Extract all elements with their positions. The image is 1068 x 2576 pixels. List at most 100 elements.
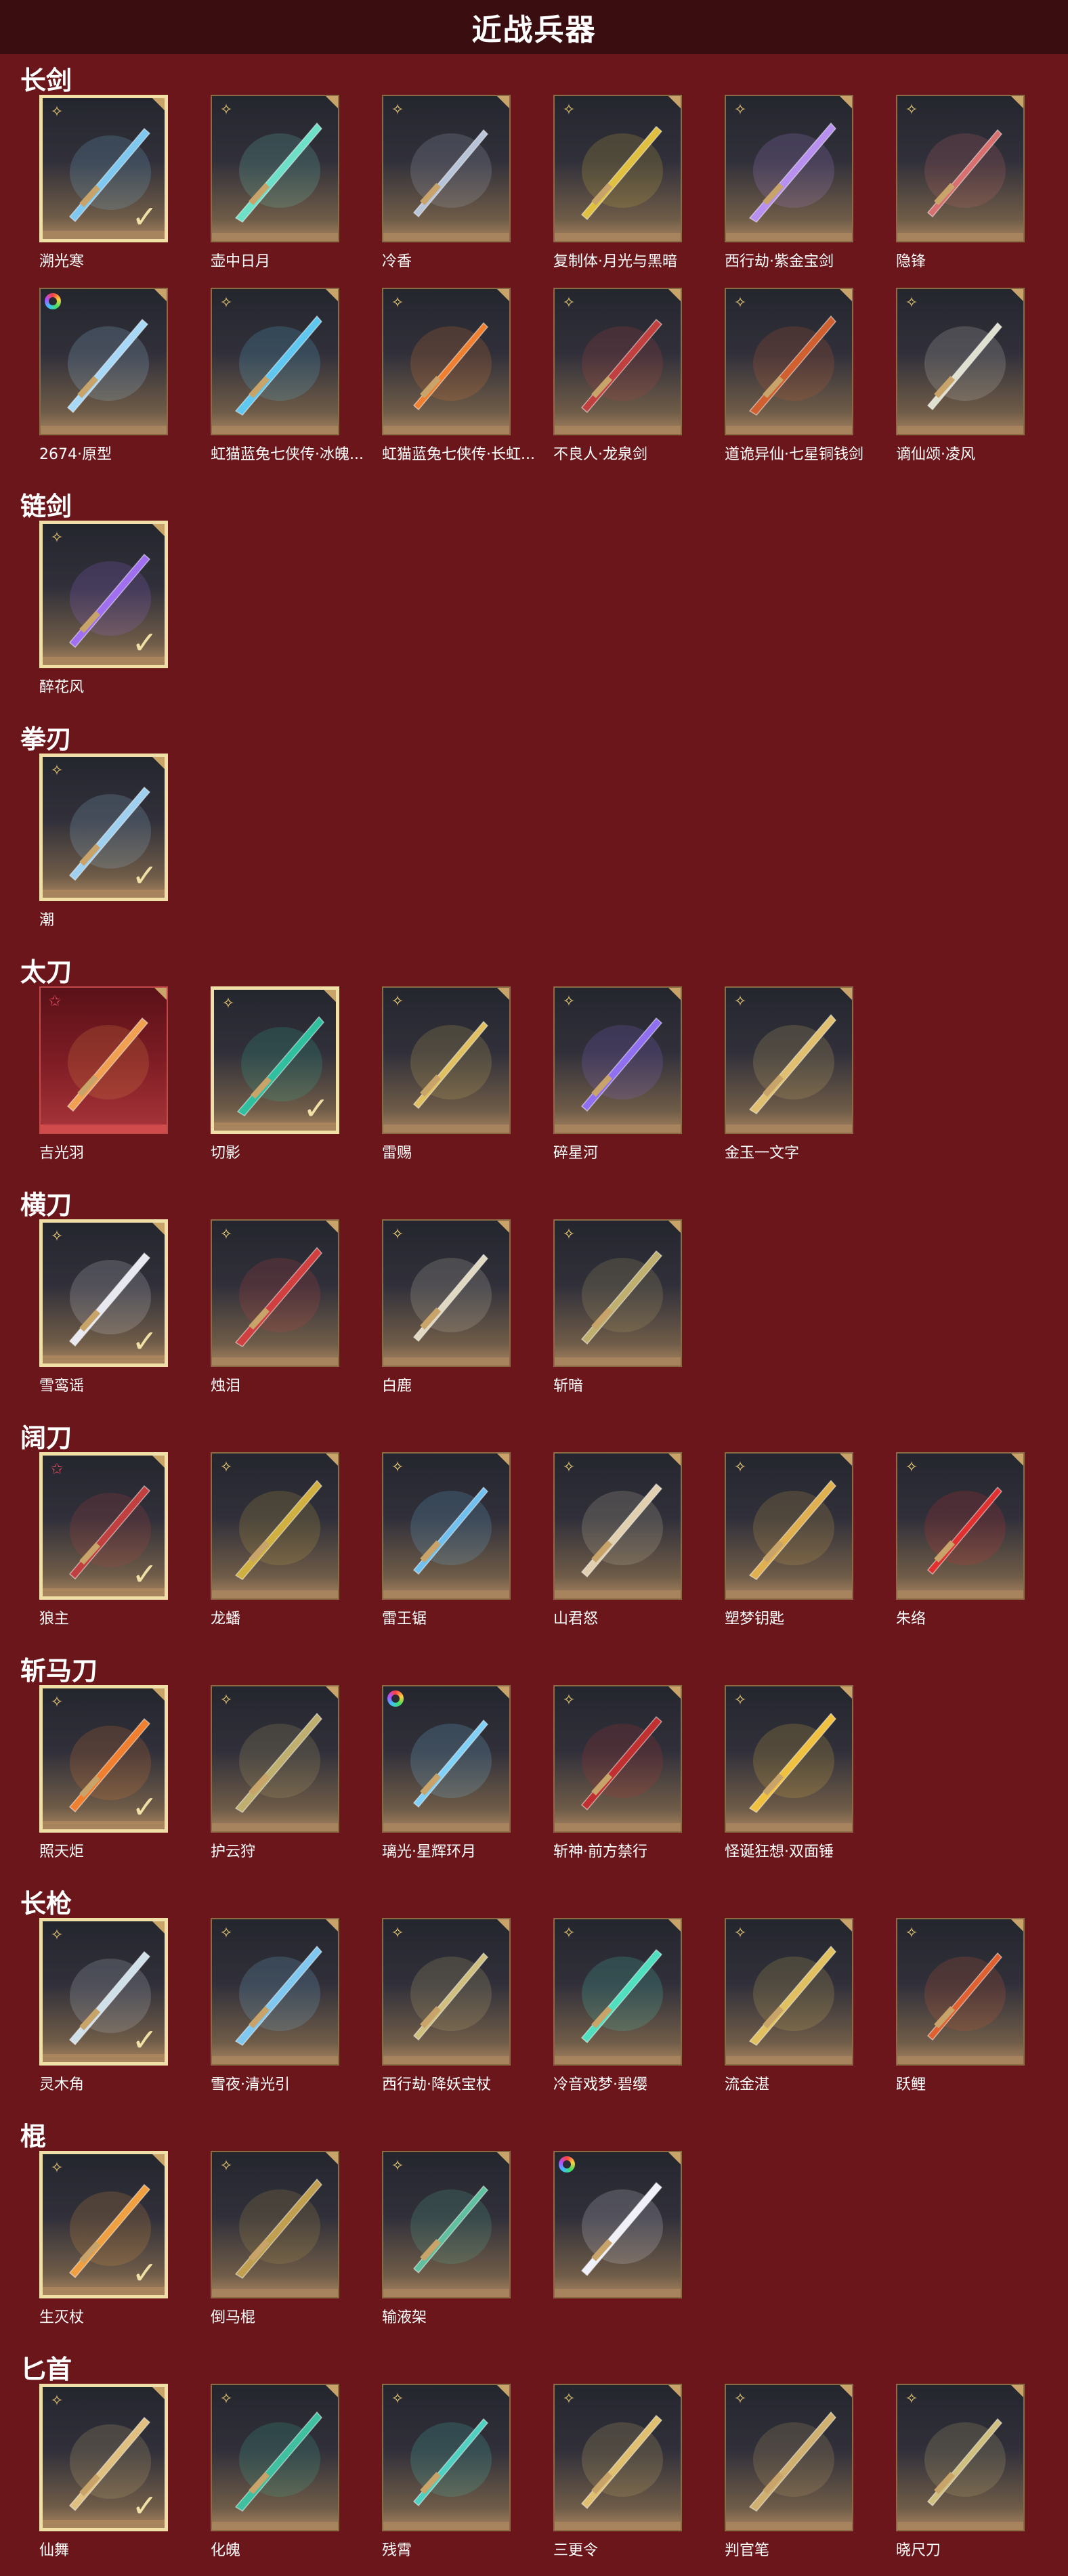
weapon-card[interactable]: ✧ 护云狩 [211,1685,339,1860]
weapon-tile[interactable]: ✧ [553,95,682,242]
weapon-tile[interactable]: ✧ [896,1452,1025,1600]
weapon-tile[interactable]: ✧ [211,1685,339,1833]
weapon-card[interactable]: ✧ 不良人·龙泉剑 [553,288,682,463]
weapon-card[interactable]: ✧ 晓尺刀 [896,2384,1025,2559]
weapon-tile[interactable] [39,288,168,435]
weapon-tile[interactable]: ✧ [553,1918,682,2066]
weapon-card[interactable]: ✧ 朱络 [896,1452,1025,1628]
weapon-card[interactable]: ✧ 虹猫蓝兔七侠传·长虹... [382,288,535,463]
weapon-card[interactable]: ✧ 隐锋 [896,95,1025,270]
weapon-card[interactable]: ✧ 斩暗 [553,1219,682,1395]
weapon-tile[interactable]: ✧ [896,288,1025,435]
weapon-tile[interactable]: ✧ [382,986,511,1134]
weapon-tile[interactable]: ✧ [553,2384,682,2531]
weapon-card[interactable]: ✩ 吉光羽 [39,986,168,1162]
weapon-card[interactable]: ✧ ✓ 潮 [39,754,168,929]
weapon-card[interactable]: ✧ 输液架 [382,2151,511,2326]
weapon-card[interactable]: ✧ 流金湛 [725,1918,853,2093]
weapon-tile[interactable]: ✧ [553,288,682,435]
weapon-card[interactable]: ✧ 碎星河 [553,986,682,1162]
weapon-card[interactable]: ✧ 壶中日月 [211,95,339,270]
weapon-card[interactable]: ✧ 龙蟠 [211,1452,339,1628]
weapon-card[interactable]: ✧ ✓ 雪鸾谣 [39,1219,168,1395]
weapon-card[interactable]: ✧ 西行劫·降妖宝杖 [382,1918,511,2093]
weapon-tile[interactable]: ✧ [211,1918,339,2066]
weapon-card[interactable]: 2674·原型 [39,288,168,463]
weapon-card[interactable]: ✧ ✓ 照天炬 [39,1685,168,1860]
weapon-card[interactable]: ✧ 虹猫蓝兔七侠传·冰魄... [211,288,364,463]
weapon-tile[interactable]: ✧ [553,1452,682,1600]
weapon-card[interactable]: ✧ 冷香 [382,95,511,270]
weapon-tile[interactable]: ✧ [211,2151,339,2298]
weapon-card[interactable]: ✧ 雷赐 [382,986,511,1162]
weapon-card[interactable]: ✧ 复制体·月光与黑暗 [553,95,682,270]
weapon-card[interactable]: ✧ ✓ 切影 [211,986,339,1162]
weapon-tile[interactable]: ✧ [553,1219,682,1367]
weapon-card[interactable]: ✧ 跃鲤 [896,1918,1025,2093]
weapon-card[interactable]: ✧ ✓ 溯光寒 [39,95,168,270]
weapon-tile[interactable]: ✧ [725,288,853,435]
weapon-tile[interactable]: ✧ [211,1219,339,1367]
weapon-tile[interactable]: ✧ ✓ [39,1219,168,1367]
weapon-tile[interactable]: ✩ ✓ [39,1452,168,1600]
weapon-card[interactable]: ✧ 残霄 [382,2384,511,2559]
weapon-card[interactable]: 璃光·星辉环月 [382,1685,511,1860]
weapon-tile[interactable]: ✧ ✓ [39,2151,168,2298]
weapon-card[interactable]: ✧ 冷音戏梦·碧缨 [553,1918,682,2093]
weapon-tile[interactable] [553,2151,682,2298]
weapon-tile[interactable]: ✧ [725,1452,853,1600]
weapon-tile[interactable]: ✧ [211,2384,339,2531]
weapon-tile[interactable]: ✧ [896,1918,1025,2066]
weapon-card[interactable]: ✧ 雪夜·清光引 [211,1918,339,2093]
weapon-card[interactable]: ✧ 怪诞狂想·双面锤 [725,1685,853,1860]
weapon-card[interactable]: ✧ 烛泪 [211,1219,339,1395]
weapon-card[interactable]: ✧ 倒马棍 [211,2151,339,2326]
weapon-tile[interactable]: ✧ [382,1918,511,2066]
weapon-tile[interactable]: ✧ [382,1219,511,1367]
weapon-card[interactable]: ✧ 雷王锯 [382,1452,511,1628]
weapon-card[interactable]: ✧ ✓ 灵木角 [39,1918,168,2093]
weapon-tile[interactable]: ✩ [39,986,168,1134]
weapon-tile[interactable]: ✧ [725,1918,853,2066]
weapon-tile[interactable]: ✧ [725,95,853,242]
weapon-card[interactable]: ✧ 西行劫·紫金宝剑 [725,95,853,270]
weapon-tile[interactable] [382,1685,511,1833]
weapon-card[interactable]: ✧ ✓ 仙舞 [39,2384,168,2559]
weapon-tile[interactable]: ✧ [725,986,853,1134]
weapon-card[interactable]: ✧ 斩神·前方禁行 [553,1685,682,1860]
weapon-card[interactable]: ✩ ✓ 狼主 [39,1452,168,1628]
weapon-tile[interactable]: ✧ [382,2151,511,2298]
weapon-tile[interactable]: ✧ [382,288,511,435]
weapon-tile[interactable]: ✧ ✓ [211,986,339,1134]
weapon-card[interactable]: ✧ 判官笔 [725,2384,853,2559]
weapon-tile[interactable]: ✧ [211,95,339,242]
weapon-card[interactable]: ✧ 白鹿 [382,1219,511,1395]
weapon-card[interactable]: ✧ 化魄 [211,2384,339,2559]
weapon-card[interactable]: ✧ 三更令 [553,2384,682,2559]
weapon-tile[interactable]: ✧ ✓ [39,95,168,242]
weapon-tile[interactable]: ✧ ✓ [39,1685,168,1833]
weapon-tile[interactable]: ✧ [725,2384,853,2531]
weapon-tile[interactable]: ✧ [382,95,511,242]
weapon-card[interactable]: ✧ 谪仙颂·凌风 [896,288,1025,463]
weapon-card[interactable]: ✧ ✓ 生灭杖 [39,2151,168,2326]
weapon-card[interactable] [553,2151,682,2298]
weapon-tile[interactable]: ✧ [896,2384,1025,2531]
weapon-card[interactable]: ✧ 道诡异仙·七星铜钱剑 [725,288,863,463]
weapon-card[interactable]: ✧ 金玉一文字 [725,986,853,1162]
weapon-card[interactable]: ✧ ✓ 醉花风 [39,521,168,696]
weapon-tile[interactable]: ✧ ✓ [39,521,168,668]
weapon-tile[interactable]: ✧ [896,95,1025,242]
weapon-tile[interactable]: ✧ [211,1452,339,1600]
weapon-tile[interactable]: ✧ [553,1685,682,1833]
weapon-tile[interactable]: ✧ [382,1452,511,1600]
weapon-tile[interactable]: ✧ [553,986,682,1134]
weapon-tile[interactable]: ✧ [382,2384,511,2531]
weapon-tile[interactable]: ✧ ✓ [39,2384,168,2531]
weapon-card[interactable]: ✧ 塑梦钥匙 [725,1452,853,1628]
weapon-card[interactable]: ✧ 山君怒 [553,1452,682,1628]
weapon-tile[interactable]: ✧ [725,1685,853,1833]
weapon-tile[interactable]: ✧ [211,288,339,435]
weapon-tile[interactable]: ✧ ✓ [39,754,168,901]
weapon-tile[interactable]: ✧ ✓ [39,1918,168,2066]
